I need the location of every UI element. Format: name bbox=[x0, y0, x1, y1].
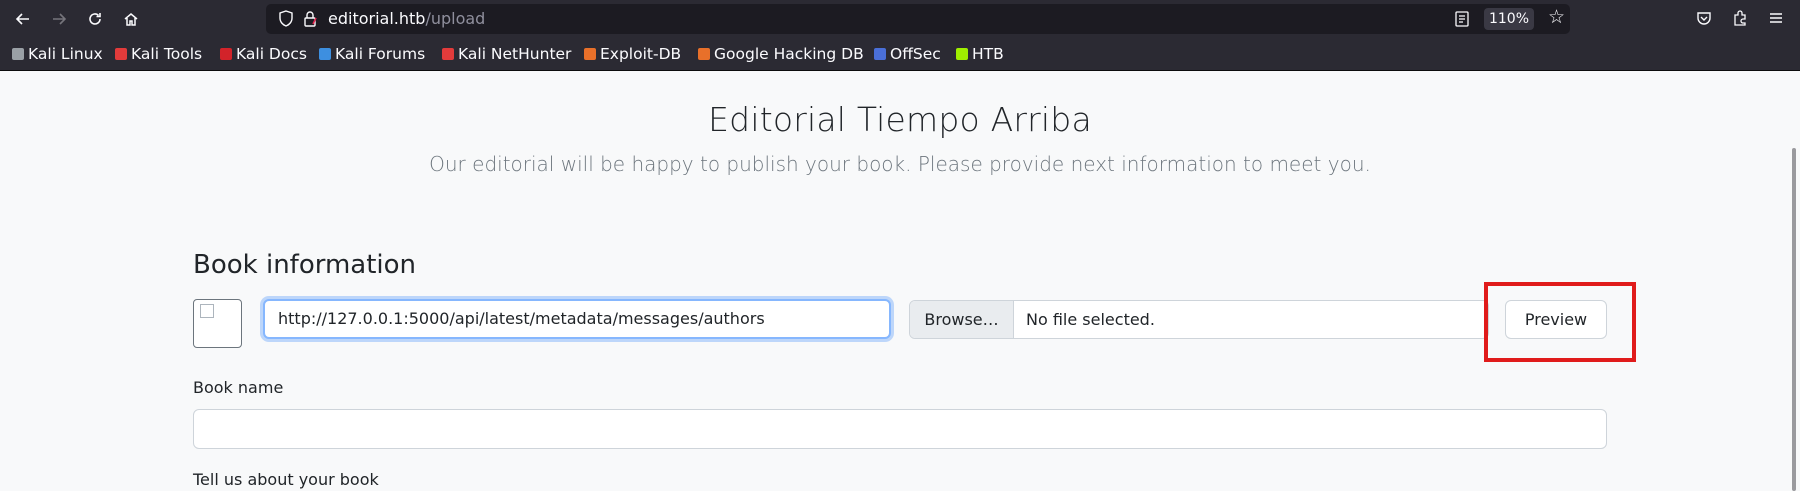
book-name-label: Book name bbox=[193, 378, 284, 397]
browser-toolbar: editorial.htb/upload 110% ☆ bbox=[0, 0, 1800, 37]
bookmark-label: Kali Forums bbox=[335, 45, 426, 63]
bookmark-label: Kali NetHunter bbox=[458, 45, 572, 63]
about-book-label: Tell us about your book bbox=[193, 470, 379, 489]
bookmark-label: OffSec bbox=[890, 45, 941, 63]
kali-nethunter-icon bbox=[442, 48, 454, 60]
bookmark-kali-linux[interactable]: Kali Linux bbox=[12, 45, 103, 63]
bookmark-label: Google Hacking DB bbox=[714, 45, 864, 63]
file-upload-field[interactable]: Browse… No file selected. bbox=[909, 300, 1489, 339]
bookmark-kali-forums[interactable]: Kali Forums bbox=[319, 45, 425, 63]
bookmark-htb[interactable]: HTB bbox=[956, 45, 1004, 63]
star-icon[interactable]: ☆ bbox=[1548, 6, 1565, 28]
forward-button[interactable] bbox=[46, 6, 72, 32]
page-scrollbar[interactable] bbox=[1792, 148, 1796, 491]
arrow-left-icon bbox=[15, 13, 29, 25]
bookmark-label: HTB bbox=[972, 45, 1004, 63]
bookmark-kali-tools[interactable]: Kali Tools bbox=[115, 45, 202, 63]
pocket-icon[interactable] bbox=[1692, 6, 1716, 30]
book-name-input[interactable] bbox=[193, 409, 1607, 449]
zoom-indicator[interactable]: 110% bbox=[1484, 8, 1534, 30]
htb-cube-icon bbox=[956, 48, 968, 60]
url-path: /upload bbox=[425, 9, 486, 28]
file-status-text: No file selected. bbox=[1026, 310, 1155, 329]
cover-url-input[interactable]: http://127.0.0.1:5000/api/latest/metadat… bbox=[263, 299, 891, 339]
back-button[interactable] bbox=[10, 6, 36, 32]
kali-dragon-icon bbox=[12, 48, 24, 60]
url-text[interactable]: editorial.htb/upload bbox=[328, 9, 485, 28]
bookmark-kali-nethunter[interactable]: Kali NetHunter bbox=[442, 45, 571, 63]
url-bar[interactable]: editorial.htb/upload 110% ☆ bbox=[266, 4, 1570, 34]
arrow-right-icon bbox=[53, 13, 67, 25]
reload-button[interactable] bbox=[82, 6, 108, 32]
kali-tools-icon bbox=[115, 48, 127, 60]
broken-image-icon bbox=[200, 304, 214, 318]
exploit-db-icon bbox=[584, 48, 596, 60]
reader-view-icon[interactable] bbox=[1454, 10, 1470, 28]
kali-forums-icon bbox=[319, 48, 331, 60]
bookmark-label: Kali Linux bbox=[28, 45, 103, 63]
home-icon bbox=[124, 13, 138, 26]
browse-button[interactable]: Browse… bbox=[910, 301, 1014, 338]
offsec-icon bbox=[874, 48, 886, 60]
bookmark-google-hacking-db[interactable]: Google Hacking DB bbox=[698, 45, 864, 63]
bookmark-label: Kali Tools bbox=[131, 45, 203, 63]
google-hacking-db-icon bbox=[698, 48, 710, 60]
bookmark-exploit-db[interactable]: Exploit-DB bbox=[584, 45, 681, 63]
bookmark-kali-docs[interactable]: Kali Docs bbox=[220, 45, 307, 63]
page-content: Editorial Tiempo Arriba Our editorial wi… bbox=[0, 72, 1800, 491]
bookmark-label: Kali Docs bbox=[236, 45, 307, 63]
extensions-icon[interactable] bbox=[1728, 6, 1752, 30]
bookmarks-bar: Kali Linux Kali Tools Kali Docs Kali For… bbox=[0, 37, 1800, 71]
url-host: editorial.htb bbox=[328, 9, 426, 28]
reload-icon bbox=[89, 13, 101, 25]
section-title-book-information: Book information bbox=[193, 250, 417, 280]
highlight-annotation-box bbox=[1484, 282, 1636, 362]
page-subtitle: Our editorial will be happy to publish y… bbox=[429, 152, 1371, 176]
bookmark-offsec[interactable]: OffSec bbox=[874, 45, 941, 63]
kali-docs-icon bbox=[220, 48, 232, 60]
page-title: Editorial Tiempo Arriba bbox=[708, 100, 1092, 139]
shield-icon[interactable] bbox=[278, 10, 294, 28]
hamburger-menu-icon[interactable] bbox=[1764, 6, 1788, 30]
bookmark-label: Exploit-DB bbox=[600, 45, 682, 63]
home-button[interactable] bbox=[118, 6, 144, 32]
book-cover-preview bbox=[193, 299, 242, 348]
lock-icon[interactable] bbox=[302, 10, 318, 28]
